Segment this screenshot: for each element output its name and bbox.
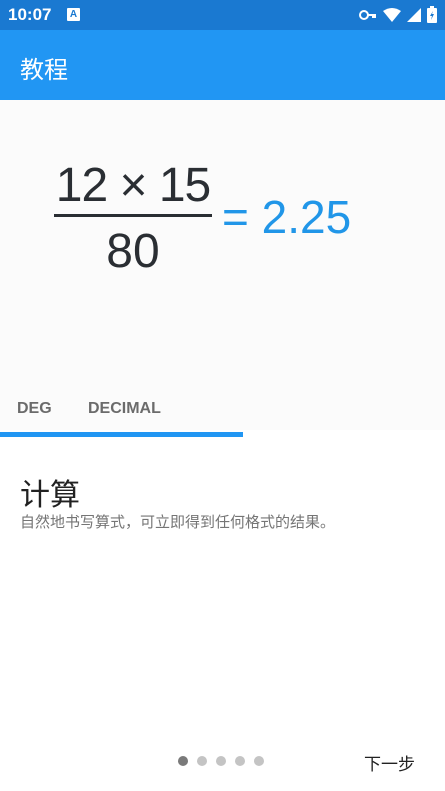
fraction-bar — [54, 214, 212, 217]
wifi-icon — [383, 7, 401, 22]
notification-a-icon: A — [67, 8, 80, 21]
result-value: = 2.25 — [222, 191, 352, 243]
status-time: 10:07 — [8, 5, 52, 24]
app-bar: 教程 — [0, 30, 445, 100]
page-dot-active — [178, 756, 188, 766]
battery-icon — [427, 6, 437, 23]
key-icon — [359, 9, 377, 21]
next-button[interactable]: 下一步 — [364, 750, 415, 775]
fraction-numerator: 12 × 15 — [55, 159, 211, 212]
fraction-denominator: 80 — [106, 225, 160, 278]
page-indicator — [178, 756, 264, 766]
page-dot — [254, 756, 264, 766]
status-bar: 10:07 A — [0, 0, 445, 30]
page-dot — [197, 756, 207, 766]
tab-decimal: DECIMAL — [88, 400, 161, 417]
tab-indicator — [0, 432, 243, 437]
tutorial-illustration: 12 × 15 80 = 2.25 DEG DECIMAL — [0, 100, 445, 430]
cell-signal-icon — [407, 7, 421, 22]
feature-description: 自然地书写算式，可立即得到任何格式的结果。 — [20, 514, 336, 531]
feature-title: 计算 — [20, 479, 80, 512]
status-icons — [359, 6, 437, 23]
app-title: 教程 — [20, 57, 68, 84]
page-dot — [216, 756, 226, 766]
tab-deg: DEG — [17, 400, 52, 417]
page-dot — [235, 756, 245, 766]
